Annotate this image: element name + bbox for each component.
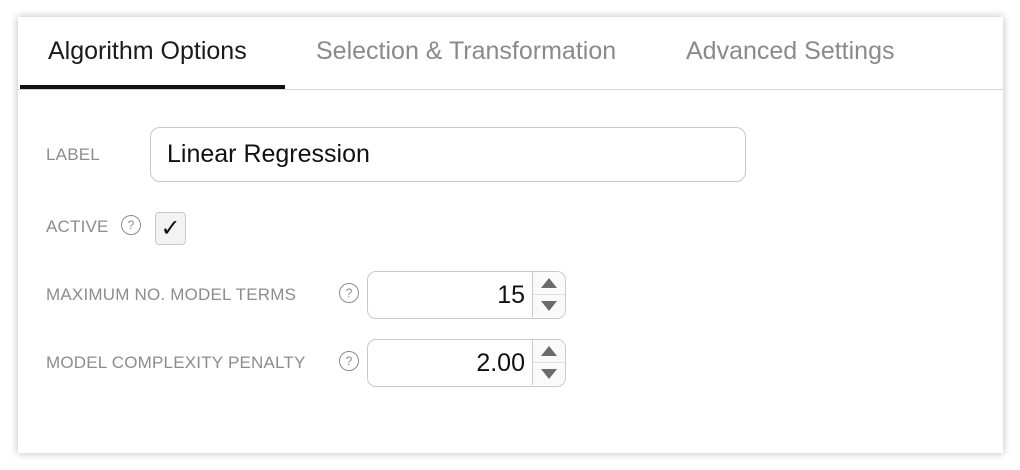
tab-advanced-settings[interactable]: Advanced Settings xyxy=(686,17,894,87)
max-terms-stepper[interactable]: 15 xyxy=(367,271,566,319)
triangle-down-icon xyxy=(541,301,557,311)
triangle-up-icon xyxy=(541,278,557,288)
penalty-field-label: MODEL COMPLEXITY PENALTY xyxy=(46,353,306,372)
max-terms-field-label: MAXIMUM NO. MODEL TERMS xyxy=(46,285,297,304)
active-tab-indicator xyxy=(20,85,285,89)
increment-button[interactable] xyxy=(533,272,565,295)
checkmark-icon: ✓ xyxy=(160,215,181,242)
stepper-arrows xyxy=(532,272,565,317)
tab-label: Advanced Settings xyxy=(686,37,895,65)
question-circle-icon[interactable]: ? xyxy=(339,283,359,303)
triangle-down-icon xyxy=(541,369,557,379)
decrement-button[interactable] xyxy=(533,295,565,317)
tab-label: Selection & Transformation xyxy=(316,37,617,65)
label-field-label: LABEL xyxy=(46,145,100,164)
tab-selection-transformation[interactable]: Selection & Transformation xyxy=(316,17,616,87)
tab-label: Algorithm Options xyxy=(48,37,247,65)
tab-algorithm-options[interactable]: Algorithm Options xyxy=(20,17,285,89)
triangle-up-icon xyxy=(541,346,557,356)
tab-bar: Algorithm Options Selection & Transforma… xyxy=(18,17,1003,90)
settings-panel: Algorithm Options Selection & Transforma… xyxy=(18,17,1003,453)
penalty-stepper[interactable]: 2.00 xyxy=(367,339,566,387)
penalty-value[interactable]: 2.00 xyxy=(368,340,525,385)
active-checkbox[interactable]: ✓ xyxy=(155,212,186,245)
question-circle-icon[interactable]: ? xyxy=(339,351,359,371)
decrement-button[interactable] xyxy=(533,363,565,385)
stepper-arrows xyxy=(532,340,565,385)
question-circle-icon[interactable]: ? xyxy=(121,215,141,235)
max-terms-value[interactable]: 15 xyxy=(368,272,525,317)
active-field-label: ACTIVE xyxy=(46,217,109,236)
increment-button[interactable] xyxy=(533,340,565,363)
label-input[interactable] xyxy=(150,127,746,182)
